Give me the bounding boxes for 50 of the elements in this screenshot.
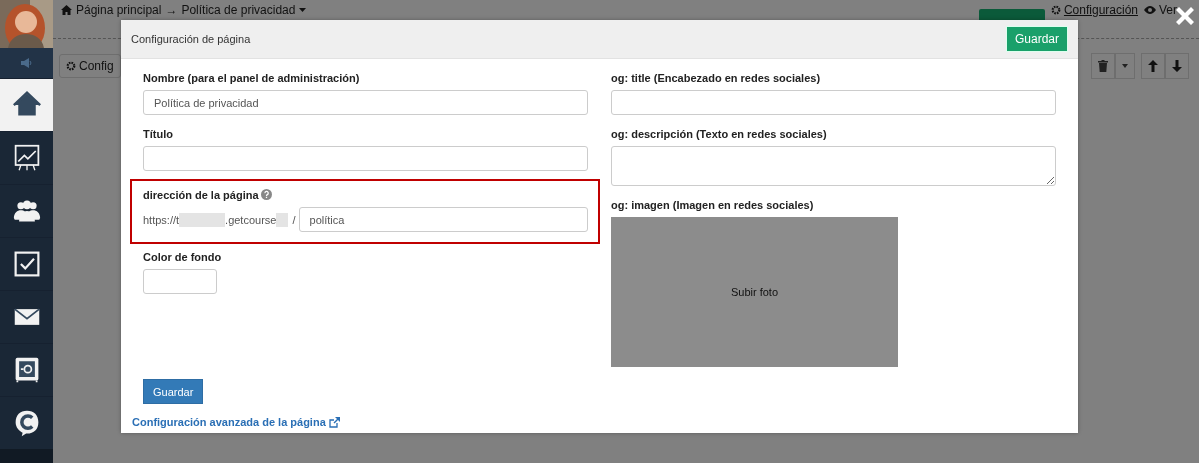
dropdown-button[interactable]: [1115, 53, 1135, 79]
sidebar-item[interactable]: [0, 78, 53, 131]
chart-icon: [12, 144, 41, 172]
advanced-settings-link[interactable]: Configuración avanzada de la página: [132, 416, 340, 428]
field-label: Título: [143, 127, 173, 140]
field-label: og: imagen (Imagen en redes sociales): [611, 198, 814, 211]
caret-icon[interactable]: [299, 8, 307, 12]
breadcrumb-separator: →: [165, 3, 178, 17]
field-label: dirección de la página: [143, 188, 259, 201]
dialog-title: Configuración de página: [131, 33, 251, 45]
color-field[interactable]: [143, 269, 217, 294]
url-prefix: https://t: [143, 213, 180, 226]
caret-icon: [1122, 64, 1128, 68]
gear-icon: [1050, 5, 1061, 15]
input-field[interactable]: Política de privacidad: [143, 90, 588, 115]
field-label: Nombre (para el panel de administración): [143, 71, 360, 84]
arrow-down-icon: [1172, 60, 1182, 72]
eye-icon: [1144, 6, 1156, 14]
trash-icon: [1098, 60, 1108, 72]
input-field[interactable]: [143, 146, 588, 171]
settings-button[interactable]: Config: [59, 54, 121, 78]
gear-icon: [66, 61, 76, 71]
field-label: og: title (Encabezado en redes sociales): [611, 71, 821, 84]
settings-link[interactable]: Configuración: [1050, 3, 1138, 17]
redacted-area: [276, 212, 289, 227]
delete-button[interactable]: [1091, 53, 1115, 79]
field-label: Color de fondo: [143, 250, 222, 263]
redacted-area: [179, 212, 226, 227]
save-button[interactable]: Guardar: [1005, 26, 1068, 52]
breadcrumb-item[interactable]: Política de privacidad: [181, 3, 296, 17]
image-upload-area[interactable]: Subir foto: [611, 217, 898, 367]
external-link-icon: [328, 416, 340, 428]
url-separator: /: [292, 213, 296, 226]
arrow-up-icon: [1148, 60, 1158, 72]
move-up-button[interactable]: [1141, 53, 1165, 79]
breadcrumb-item[interactable]: Página principal: [76, 3, 162, 17]
help-icon[interactable]: [260, 189, 272, 200]
save-button[interactable]: Guardar: [143, 379, 204, 404]
view-link[interactable]: Ver: [1144, 3, 1177, 17]
checkbox-icon: [12, 250, 41, 278]
url-domain: .getcourse: [225, 213, 277, 226]
close-icon[interactable]: [1176, 7, 1194, 25]
upload-photo-label: Subir foto: [730, 286, 779, 298]
input-field[interactable]: [611, 90, 1056, 115]
input-field[interactable]: política: [298, 207, 588, 232]
move-down-button[interactable]: [1165, 53, 1189, 79]
home-icon: [61, 5, 72, 15]
sidebar-footer: [0, 449, 53, 463]
field-label: og: descripción (Texto en redes sociales): [611, 127, 827, 140]
home-icon: [12, 91, 41, 119]
